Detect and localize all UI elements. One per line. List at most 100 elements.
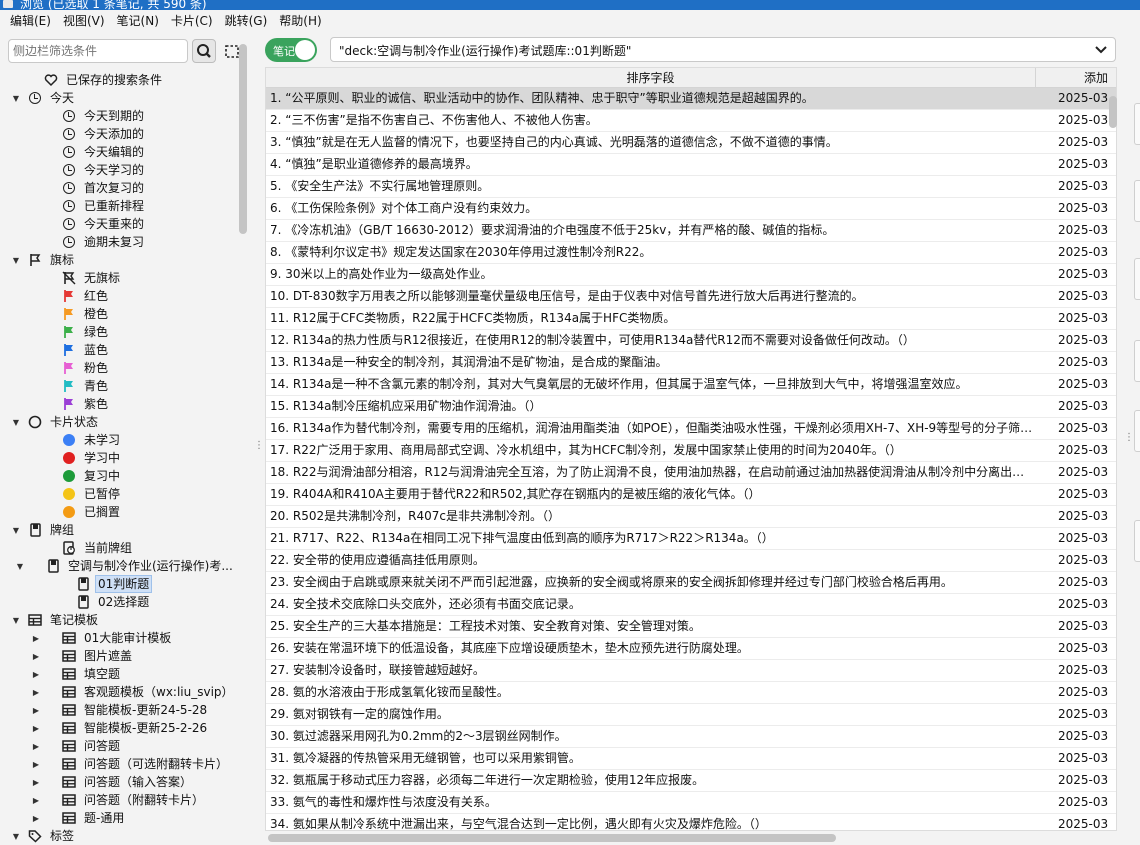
splitter-grip[interactable]: ⋮ — [254, 440, 264, 451]
sidebar-item[interactable]: ▶ 问答题（可选附翻转卡片） — [0, 755, 238, 773]
sidebar-scrollbar[interactable] — [239, 44, 247, 234]
sidebar-item[interactable]: 今天添加的 — [0, 125, 238, 143]
sidebar-item[interactable]: ▶ 图片遮盖 — [0, 647, 238, 665]
sidebar-item[interactable]: 已暂停 — [0, 485, 238, 503]
table-row[interactable]: 25. 安全生产的三大基本措施是：工程技术对策、安全教育对策、安全管理对策。 20… — [266, 616, 1116, 638]
sidebar-search-button[interactable] — [192, 39, 216, 63]
table-row[interactable]: 18. R22与润滑油部分相溶，R12与润滑油完全互溶，为了防止润滑不良，使用油… — [266, 462, 1116, 484]
table-row[interactable]: 1. “公平原则、职业的诚信、职业活动中的协作、团队精神、忠于职守”等职业道德规… — [266, 88, 1116, 110]
menu-cards[interactable]: 卡片(C) — [165, 10, 219, 32]
sidebar-item[interactable]: ▼ 旗标 — [0, 251, 238, 269]
collapse-arrow-icon[interactable]: ▼ — [10, 94, 22, 103]
sidebar-item[interactable]: 已搁置 — [0, 503, 238, 521]
sidebar-item[interactable]: 今天重来的 — [0, 215, 238, 233]
table-row[interactable]: 19. R404A和R410A主要用于替代R22和R502,其贮存在钢瓶内的是被… — [266, 484, 1116, 506]
sidebar-item[interactable]: ▼ 笔记模板 — [0, 611, 238, 629]
table-row[interactable]: 33. 氨气的毒性和爆炸性与浓度没有关系。 2025-03 — [266, 792, 1116, 814]
sidebar-item[interactable]: 02选择题 — [0, 593, 238, 611]
sidebar-item[interactable]: ▶ 智能模板-更新24-5-28 — [0, 701, 238, 719]
table-row[interactable]: 34. 氨如果从制冷系统中泄漏出来，与空气混合达到一定比例，遇火即有火灾及爆炸危… — [266, 814, 1116, 830]
table-horizontal-scrollbar[interactable] — [268, 834, 836, 842]
collapse-arrow-icon[interactable]: ▼ — [10, 526, 22, 535]
sidebar-item[interactable]: 当前牌组 — [0, 539, 238, 557]
sidebar-item[interactable]: 已重新排程 — [0, 197, 238, 215]
notes-cards-toggle[interactable]: 笔记 — [265, 38, 317, 62]
sidebar-item[interactable]: ▶ 01大能审计模板 — [0, 629, 238, 647]
menu-go[interactable]: 跳转(G) — [219, 10, 274, 32]
table-row[interactable]: 7. 《冷冻机油》（GB/T 16630-2012）要求润滑油的介电强度不低于2… — [266, 220, 1116, 242]
table-row[interactable]: 27. 安装制冷设备时，联接管越短越好。 2025-03 — [266, 660, 1116, 682]
editor-tab[interactable] — [1134, 258, 1140, 300]
table-row[interactable]: 13. R134a是一种安全的制冷剂，其润滑油不是矿物油，是合成的聚酯油。 202… — [266, 352, 1116, 374]
sidebar-item[interactable]: 今天编辑的 — [0, 143, 238, 161]
expand-arrow-icon[interactable]: ▶ — [30, 778, 42, 787]
sidebar-item[interactable]: 已保存的搜索条件 — [0, 71, 238, 89]
table-row[interactable]: 16. R134a作为替代制冷剂，需要专用的压缩机，润滑油用酯类油（如POE），… — [266, 418, 1116, 440]
table-row[interactable]: 5. 《安全生产法》不实行属地管理原则。 2025-03 — [266, 176, 1116, 198]
sidebar-item[interactable]: 粉色 — [0, 359, 238, 377]
search-history-dropdown[interactable] — [1087, 38, 1115, 61]
table-row[interactable]: 3. “慎独”就是在无人监督的情况下，也要坚持自己的内心真诚、光明磊落的道德信念… — [266, 132, 1116, 154]
sidebar-item[interactable]: ▶ 问答题 — [0, 737, 238, 755]
editor-splitter-grip[interactable]: ⋮ — [1124, 432, 1134, 443]
sidebar-search-input[interactable] — [8, 39, 188, 63]
editor-tab[interactable] — [1134, 340, 1140, 382]
table-row[interactable]: 20. R502是共沸制冷剂，R407c是非共沸制冷剂。（） 2025-03 — [266, 506, 1116, 528]
sidebar-item[interactable]: 未学习 — [0, 431, 238, 449]
collapse-arrow-icon[interactable]: ▼ — [10, 418, 22, 427]
sidebar-item[interactable]: ▼ 空调与制冷作业(运行操作)考... — [0, 557, 238, 575]
menu-notes[interactable]: 笔记(N) — [111, 10, 165, 32]
sidebar-item[interactable]: ▼ 标签 — [0, 827, 238, 845]
sidebar-item[interactable]: ▶ 填空题 — [0, 665, 238, 683]
table-row[interactable]: 30. 氨过滤器采用网孔为0.2mm的2～3层钢丝网制作。 2025-03 — [266, 726, 1116, 748]
sidebar-item[interactable]: 橙色 — [0, 305, 238, 323]
table-row[interactable]: 14. R134a是一种不含氯元素的制冷剂，其对大气臭氧层的无破坏作用，但其属于… — [266, 374, 1116, 396]
table-vertical-scrollbar[interactable] — [1109, 96, 1117, 128]
table-row[interactable]: 24. 安全技术交底除口头交底外，还必须有书面交底记录。 2025-03 — [266, 594, 1116, 616]
sidebar-item[interactable]: 紫色 — [0, 395, 238, 413]
collapse-arrow-icon[interactable]: ▼ — [14, 562, 26, 571]
column-header-sort-field[interactable]: 排序字段 — [266, 68, 1036, 88]
sidebar-item[interactable]: 首次复习的 — [0, 179, 238, 197]
sidebar-item[interactable]: ▼ 今天 — [0, 89, 238, 107]
sidebar-item[interactable]: ▶ 智能模板-更新25-2-26 — [0, 719, 238, 737]
table-row[interactable]: 32. 氨瓶属于移动式压力容器，必须每二年进行一次定期检验，使用12年应报废。 2… — [266, 770, 1116, 792]
table-row[interactable]: 9. 30米以上的高处作业为一级高处作业。 2025-03 — [266, 264, 1116, 286]
table-row[interactable]: 29. 氨对钢铁有一定的腐蚀作用。 2025-03 — [266, 704, 1116, 726]
collapse-arrow-icon[interactable]: ▼ — [10, 832, 22, 841]
expand-arrow-icon[interactable]: ▶ — [30, 760, 42, 769]
table-row[interactable]: 4. “慎独”是职业道德修养的最高境界。 2025-03 — [266, 154, 1116, 176]
column-header-added[interactable]: 添加 — [1036, 68, 1116, 88]
sidebar-item[interactable]: ▶ 问答题（附翻转卡片） — [0, 791, 238, 809]
sidebar-item[interactable]: 蓝色 — [0, 341, 238, 359]
table-row[interactable]: 6. 《工伤保险条例》对个体工商户没有约束效力。 2025-03 — [266, 198, 1116, 220]
sidebar-item[interactable]: 红色 — [0, 287, 238, 305]
table-row[interactable]: 23. 安全阀由于启跳或原来就关闭不严而引起泄露，应换新的安全阀或将原来的安全阀… — [266, 572, 1116, 594]
search-field[interactable]: "deck:空调与制冷作业(运行操作)考试题库::01判断题" — [330, 37, 1116, 62]
table-row[interactable]: 8. 《蒙特利尔议定书》规定发达国家在2030年停用过渡性制冷剂R22。 2025… — [266, 242, 1116, 264]
menu-edit[interactable]: 编辑(E) — [4, 10, 57, 32]
table-row[interactable]: 22. 安全带的使用应遵循高挂低用原则。 2025-03 — [266, 550, 1116, 572]
sidebar-item[interactable]: 学习中 — [0, 449, 238, 467]
expand-arrow-icon[interactable]: ▶ — [30, 742, 42, 751]
expand-arrow-icon[interactable]: ▶ — [30, 688, 42, 697]
table-row[interactable]: 21. R717、R22、R134a在相同工况下排气温度由低到高的顺序为R717… — [266, 528, 1116, 550]
expand-arrow-icon[interactable]: ▶ — [30, 670, 42, 679]
expand-arrow-icon[interactable]: ▶ — [30, 634, 42, 643]
sidebar-item[interactable]: 绿色 — [0, 323, 238, 341]
sidebar-item[interactable]: 今天到期的 — [0, 107, 238, 125]
sidebar-item[interactable]: 复习中 — [0, 467, 238, 485]
sidebar-item[interactable]: 01判断题 — [0, 575, 238, 593]
table-row[interactable]: 15. R134a制冷压缩机应采用矿物油作润滑油。（） 2025-03 — [266, 396, 1116, 418]
sidebar-item[interactable]: 今天学习的 — [0, 161, 238, 179]
editor-tab[interactable] — [1134, 103, 1140, 145]
sidebar-item[interactable]: ▶ 问答题（输入答案） — [0, 773, 238, 791]
collapse-arrow-icon[interactable]: ▼ — [10, 256, 22, 265]
sidebar-item[interactable]: ▶ 客观题模板（wx:liu_svip） — [0, 683, 238, 701]
sidebar-item[interactable]: ▼ 卡片状态 — [0, 413, 238, 431]
sidebar-item[interactable]: ▼ 牌组 — [0, 521, 238, 539]
menu-view[interactable]: 视图(V) — [57, 10, 111, 32]
expand-arrow-icon[interactable]: ▶ — [30, 652, 42, 661]
editor-tab[interactable] — [1134, 520, 1140, 562]
table-row[interactable]: 26. 安装在常温环境下的低温设备，其底座下应增设硬质垫木，垫木应预先进行防腐处… — [266, 638, 1116, 660]
